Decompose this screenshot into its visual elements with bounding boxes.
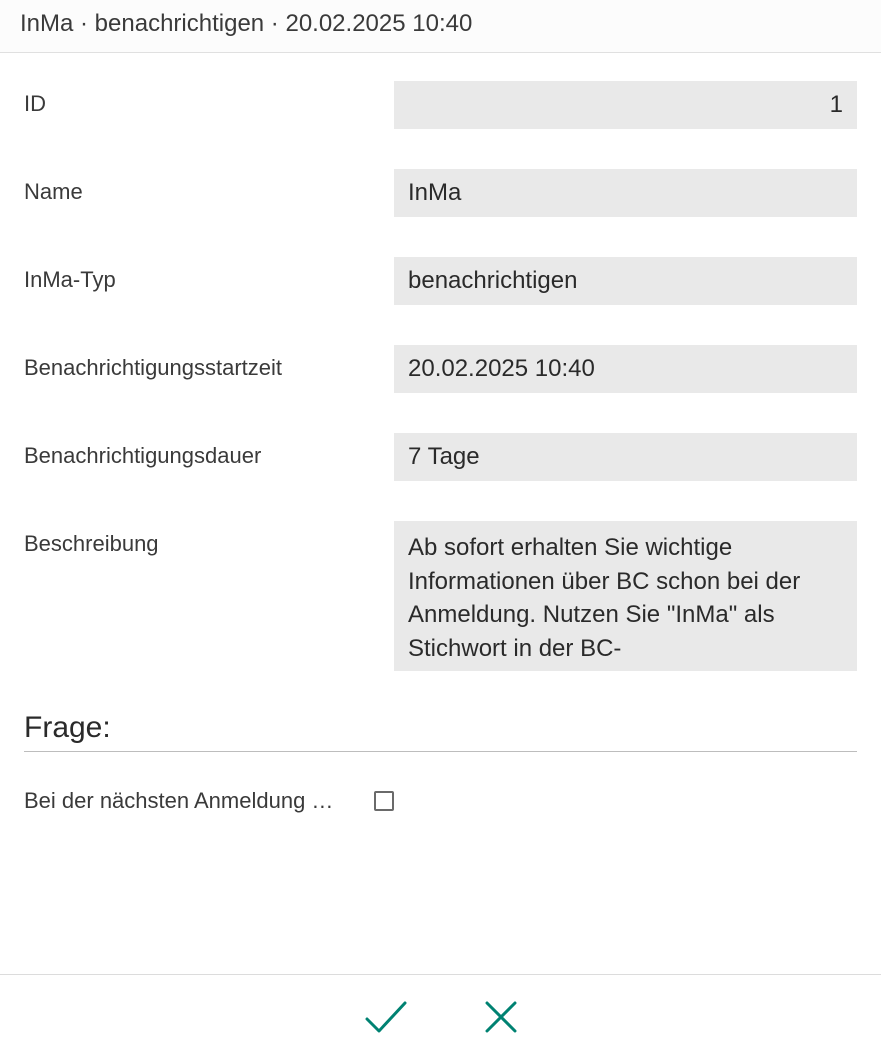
label-duration: Benachrichtigungsdauer [24,433,394,469]
field-row-description: Beschreibung Ab sofort erhalten Sie wich… [24,521,857,671]
value-id-text: 1 [830,91,843,119]
ok-button[interactable] [357,993,413,1041]
value-description[interactable]: Ab sofort erhalten Sie wichtige Informat… [394,521,857,671]
dialog-title: InMa · benachrichtigen · 20.02.2025 10:4… [20,10,472,37]
field-row-id: ID 1 [24,81,857,129]
field-row-start: Benachrichtigungsstartzeit 20.02.2025 10… [24,345,857,393]
value-name[interactable]: InMa [394,169,857,217]
check-icon [361,997,409,1037]
value-type-text: benachrichtigen [408,267,577,295]
dialog-footer [0,974,881,1063]
label-start: Benachrichtigungsstartzeit [24,345,394,381]
label-id: ID [24,81,394,117]
value-id[interactable]: 1 [394,81,857,129]
dialog-header: InMa · benachrichtigen · 20.02.2025 10:4… [0,0,881,53]
label-type: InMa-Typ [24,257,394,293]
label-name: Name [24,169,394,205]
label-description: Beschreibung [24,521,394,557]
field-row-duration: Benachrichtigungsdauer 7 Tage [24,433,857,481]
value-start[interactable]: 20.02.2025 10:40 [394,345,857,393]
field-row-next-login: Bei der nächsten Anmeldung … [24,788,857,814]
value-name-text: InMa [408,179,461,207]
value-duration-text: 7 Tage [408,443,480,471]
cancel-button[interactable] [477,993,525,1041]
section-title-frage: Frage: [24,711,857,752]
label-next-login: Bei der nächsten Anmeldung … [24,788,374,814]
value-start-text: 20.02.2025 10:40 [408,355,595,383]
close-icon [481,997,521,1037]
field-row-type: InMa-Typ benachrichtigen [24,257,857,305]
value-duration[interactable]: 7 Tage [394,433,857,481]
dialog-content: ID 1 Name InMa InMa-Typ benachrichtigen … [0,53,881,974]
field-row-name: Name InMa [24,169,857,217]
checkbox-next-login[interactable] [374,791,394,811]
value-type[interactable]: benachrichtigen [394,257,857,305]
